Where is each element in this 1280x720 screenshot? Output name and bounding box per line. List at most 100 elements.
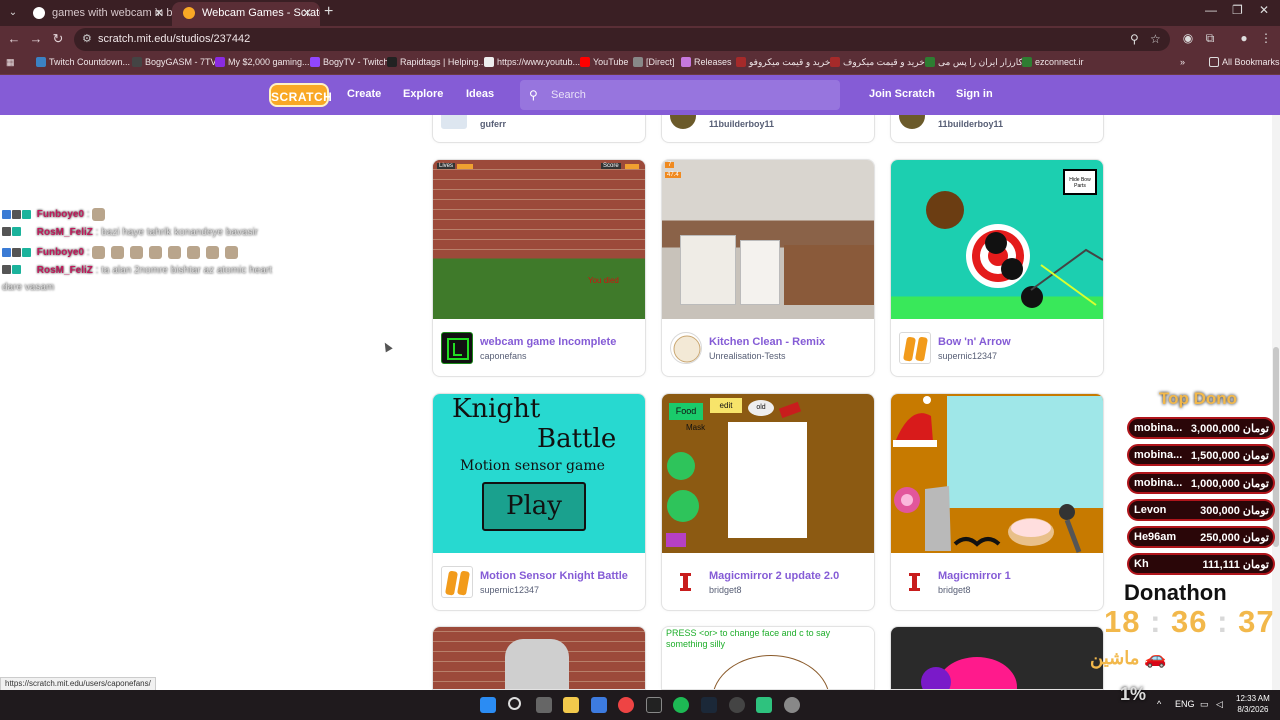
bookmark-item[interactable]: Rapidtags | Helping... xyxy=(387,57,486,67)
github-icon[interactable] xyxy=(646,697,662,713)
extension-icon[interactable]: ◉ xyxy=(1180,31,1196,47)
bookmark-item[interactable]: BogyGASM - 7TV xyxy=(132,57,217,67)
project-author[interactable]: guferr xyxy=(480,119,506,129)
project-card[interactable]: Magicmirror 1 bridget8 xyxy=(890,393,1104,611)
project-card[interactable]: 11builderboy11 xyxy=(890,115,1104,143)
project-thumbnail[interactable]: Food edit old Mask xyxy=(662,394,874,553)
zoom-icon[interactable]: ⚲ xyxy=(1130,32,1139,46)
user-avatar[interactable] xyxy=(899,115,925,129)
project-card[interactable] xyxy=(432,626,646,690)
user-avatar[interactable] xyxy=(670,332,702,364)
close-window-icon[interactable]: ✕ xyxy=(1259,3,1269,17)
bookmark-item[interactable]: YouTube xyxy=(580,57,628,67)
reload-icon[interactable]: ↻ xyxy=(50,31,66,47)
project-card[interactable]: 11builderboy11 xyxy=(661,115,875,143)
chevron-up-icon[interactable]: ^ xyxy=(1157,699,1161,709)
project-card[interactable]: Knight Battle Motion sensor game Play Mo… xyxy=(432,393,646,611)
user-avatar[interactable] xyxy=(899,332,931,364)
project-author[interactable]: bridget8 xyxy=(709,585,742,595)
bookmark-item[interactable]: خرید و قیمت میکروف... xyxy=(830,57,932,68)
user-avatar[interactable] xyxy=(441,115,467,129)
sign-in-link[interactable]: Sign in xyxy=(956,88,993,100)
tab-games-webcam[interactable]: games with webcam in browser ✕ xyxy=(22,2,172,26)
site-info-icon[interactable]: ⚙ xyxy=(82,32,92,45)
project-author[interactable]: 11builderboy11 xyxy=(709,119,774,129)
minimize-icon[interactable]: — xyxy=(1205,3,1217,17)
bookmark-item[interactable]: Releases xyxy=(681,57,732,67)
search-input[interactable]: ⚲ Search xyxy=(520,80,840,110)
more-bookmarks-icon[interactable]: » xyxy=(1180,57,1185,67)
project-card[interactable]: guferr xyxy=(432,115,646,143)
volume-icon[interactable]: ◁ xyxy=(1216,699,1223,710)
project-thumbnail[interactable]: PRESS <or> to change face and c to say s… xyxy=(662,627,874,689)
bookmark-item[interactable]: ezconnect.ir xyxy=(1022,57,1084,67)
nav-ideas[interactable]: Ideas xyxy=(466,88,494,100)
user-avatar[interactable] xyxy=(441,566,473,598)
task-view-icon[interactable] xyxy=(536,697,552,713)
user-avatar[interactable] xyxy=(441,332,473,364)
steam-icon[interactable] xyxy=(701,697,717,713)
telegram-icon[interactable] xyxy=(756,697,772,713)
project-thumbnail[interactable]: Hide Bow Parts xyxy=(891,160,1103,319)
file-explorer-icon[interactable] xyxy=(563,697,579,713)
bookmark-item[interactable]: https://www.youtub... xyxy=(484,57,580,67)
project-card[interactable]: 7 47.4 Kitchen Clean - Remix Unrealisati… xyxy=(661,159,875,377)
bookmark-item[interactable]: خرید و قیمت میکروفو... xyxy=(736,57,838,68)
project-title[interactable]: Kitchen Clean - Remix xyxy=(709,336,825,348)
project-author[interactable]: 11builderboy11 xyxy=(938,119,1003,129)
network-icon[interactable]: ▭ xyxy=(1200,699,1209,710)
user-avatar[interactable] xyxy=(899,566,931,598)
project-thumbnail[interactable] xyxy=(891,627,1103,689)
address-bar[interactable]: ⚙ scratch.mit.edu/studios/237442 ⚲ ☆ xyxy=(74,28,1170,51)
all-bookmarks[interactable]: All Bookmarks xyxy=(1209,57,1280,67)
nav-create[interactable]: Create xyxy=(347,88,381,100)
search-taskbar-icon[interactable] xyxy=(508,697,521,710)
extensions-puzzle-icon[interactable]: ⧉ xyxy=(1202,31,1218,47)
project-thumbnail[interactable] xyxy=(433,627,645,689)
obs-icon[interactable] xyxy=(729,697,745,713)
bookmark-item[interactable]: My $2,000 gaming... xyxy=(215,57,310,67)
bookmark-item[interactable]: BogyTV - Twitch xyxy=(310,57,388,67)
maximize-icon[interactable]: ❐ xyxy=(1232,3,1243,17)
menu-dots-icon[interactable]: ⋮ xyxy=(1258,31,1274,47)
project-title[interactable]: Bow 'n' Arrow xyxy=(938,336,1011,348)
user-avatar[interactable] xyxy=(670,566,702,598)
bookmark-item[interactable]: [Direct] xyxy=(633,57,675,67)
project-card[interactable]: PRESS <or> to change face and c to say s… xyxy=(661,626,875,690)
apps-icon[interactable]: ▦ xyxy=(6,57,15,68)
project-author[interactable]: Unrealisation-Tests xyxy=(709,351,786,361)
close-tab-icon[interactable]: ✕ xyxy=(154,2,164,24)
project-card[interactable] xyxy=(890,626,1104,690)
scratch-logo[interactable]: SCRATCH xyxy=(269,83,332,107)
project-author[interactable]: bridget8 xyxy=(938,585,971,595)
tab-webcam-games[interactable]: Webcam Games - Scratch Studio ✕ xyxy=(172,2,320,26)
clock[interactable]: 12:33 AM 8/3/2026 xyxy=(1236,693,1270,715)
project-thumbnail[interactable] xyxy=(891,394,1103,553)
join-scratch-link[interactable]: Join Scratch xyxy=(869,88,935,100)
bookmark-item[interactable]: Twitch Countdown... xyxy=(36,57,130,67)
project-thumbnail[interactable]: 7 47.4 xyxy=(662,160,874,319)
bookmark-item[interactable]: کارزار ایران را پس می... xyxy=(925,57,1030,68)
project-card[interactable]: Hide Bow Parts Bow 'n' Arrow supernic123… xyxy=(890,159,1104,377)
project-author[interactable]: supernic12347 xyxy=(480,585,539,595)
new-tab-icon[interactable]: + xyxy=(324,3,333,21)
project-author[interactable]: caponefans xyxy=(480,351,527,361)
tab-search-icon[interactable]: ⌄ xyxy=(4,4,22,22)
forward-icon[interactable]: → xyxy=(28,31,44,47)
spotify-icon[interactable] xyxy=(673,697,689,713)
scrollbar-thumb[interactable] xyxy=(1273,347,1279,547)
profile-avatar-icon[interactable]: ● xyxy=(1236,31,1252,47)
project-thumbnail[interactable]: Knight Battle Motion sensor game Play xyxy=(433,394,645,553)
project-card[interactable]: Food edit old Mask Magicmirror 2 update … xyxy=(661,393,875,611)
settings-icon[interactable] xyxy=(784,697,800,713)
project-title[interactable]: Motion Sensor Knight Battle xyxy=(480,570,628,582)
start-icon[interactable] xyxy=(480,697,496,713)
bookmark-star-icon[interactable]: ☆ xyxy=(1150,32,1161,46)
url-text[interactable]: scratch.mit.edu/studios/237442 xyxy=(98,33,250,45)
close-tab-icon[interactable]: ✕ xyxy=(302,2,312,24)
nav-explore[interactable]: Explore xyxy=(403,88,443,100)
project-title[interactable]: Magicmirror 1 xyxy=(938,570,1011,582)
chrome-icon[interactable] xyxy=(618,697,634,713)
project-title[interactable]: Magicmirror 2 update 2.0 xyxy=(709,570,839,582)
project-author[interactable]: supernic12347 xyxy=(938,351,997,361)
